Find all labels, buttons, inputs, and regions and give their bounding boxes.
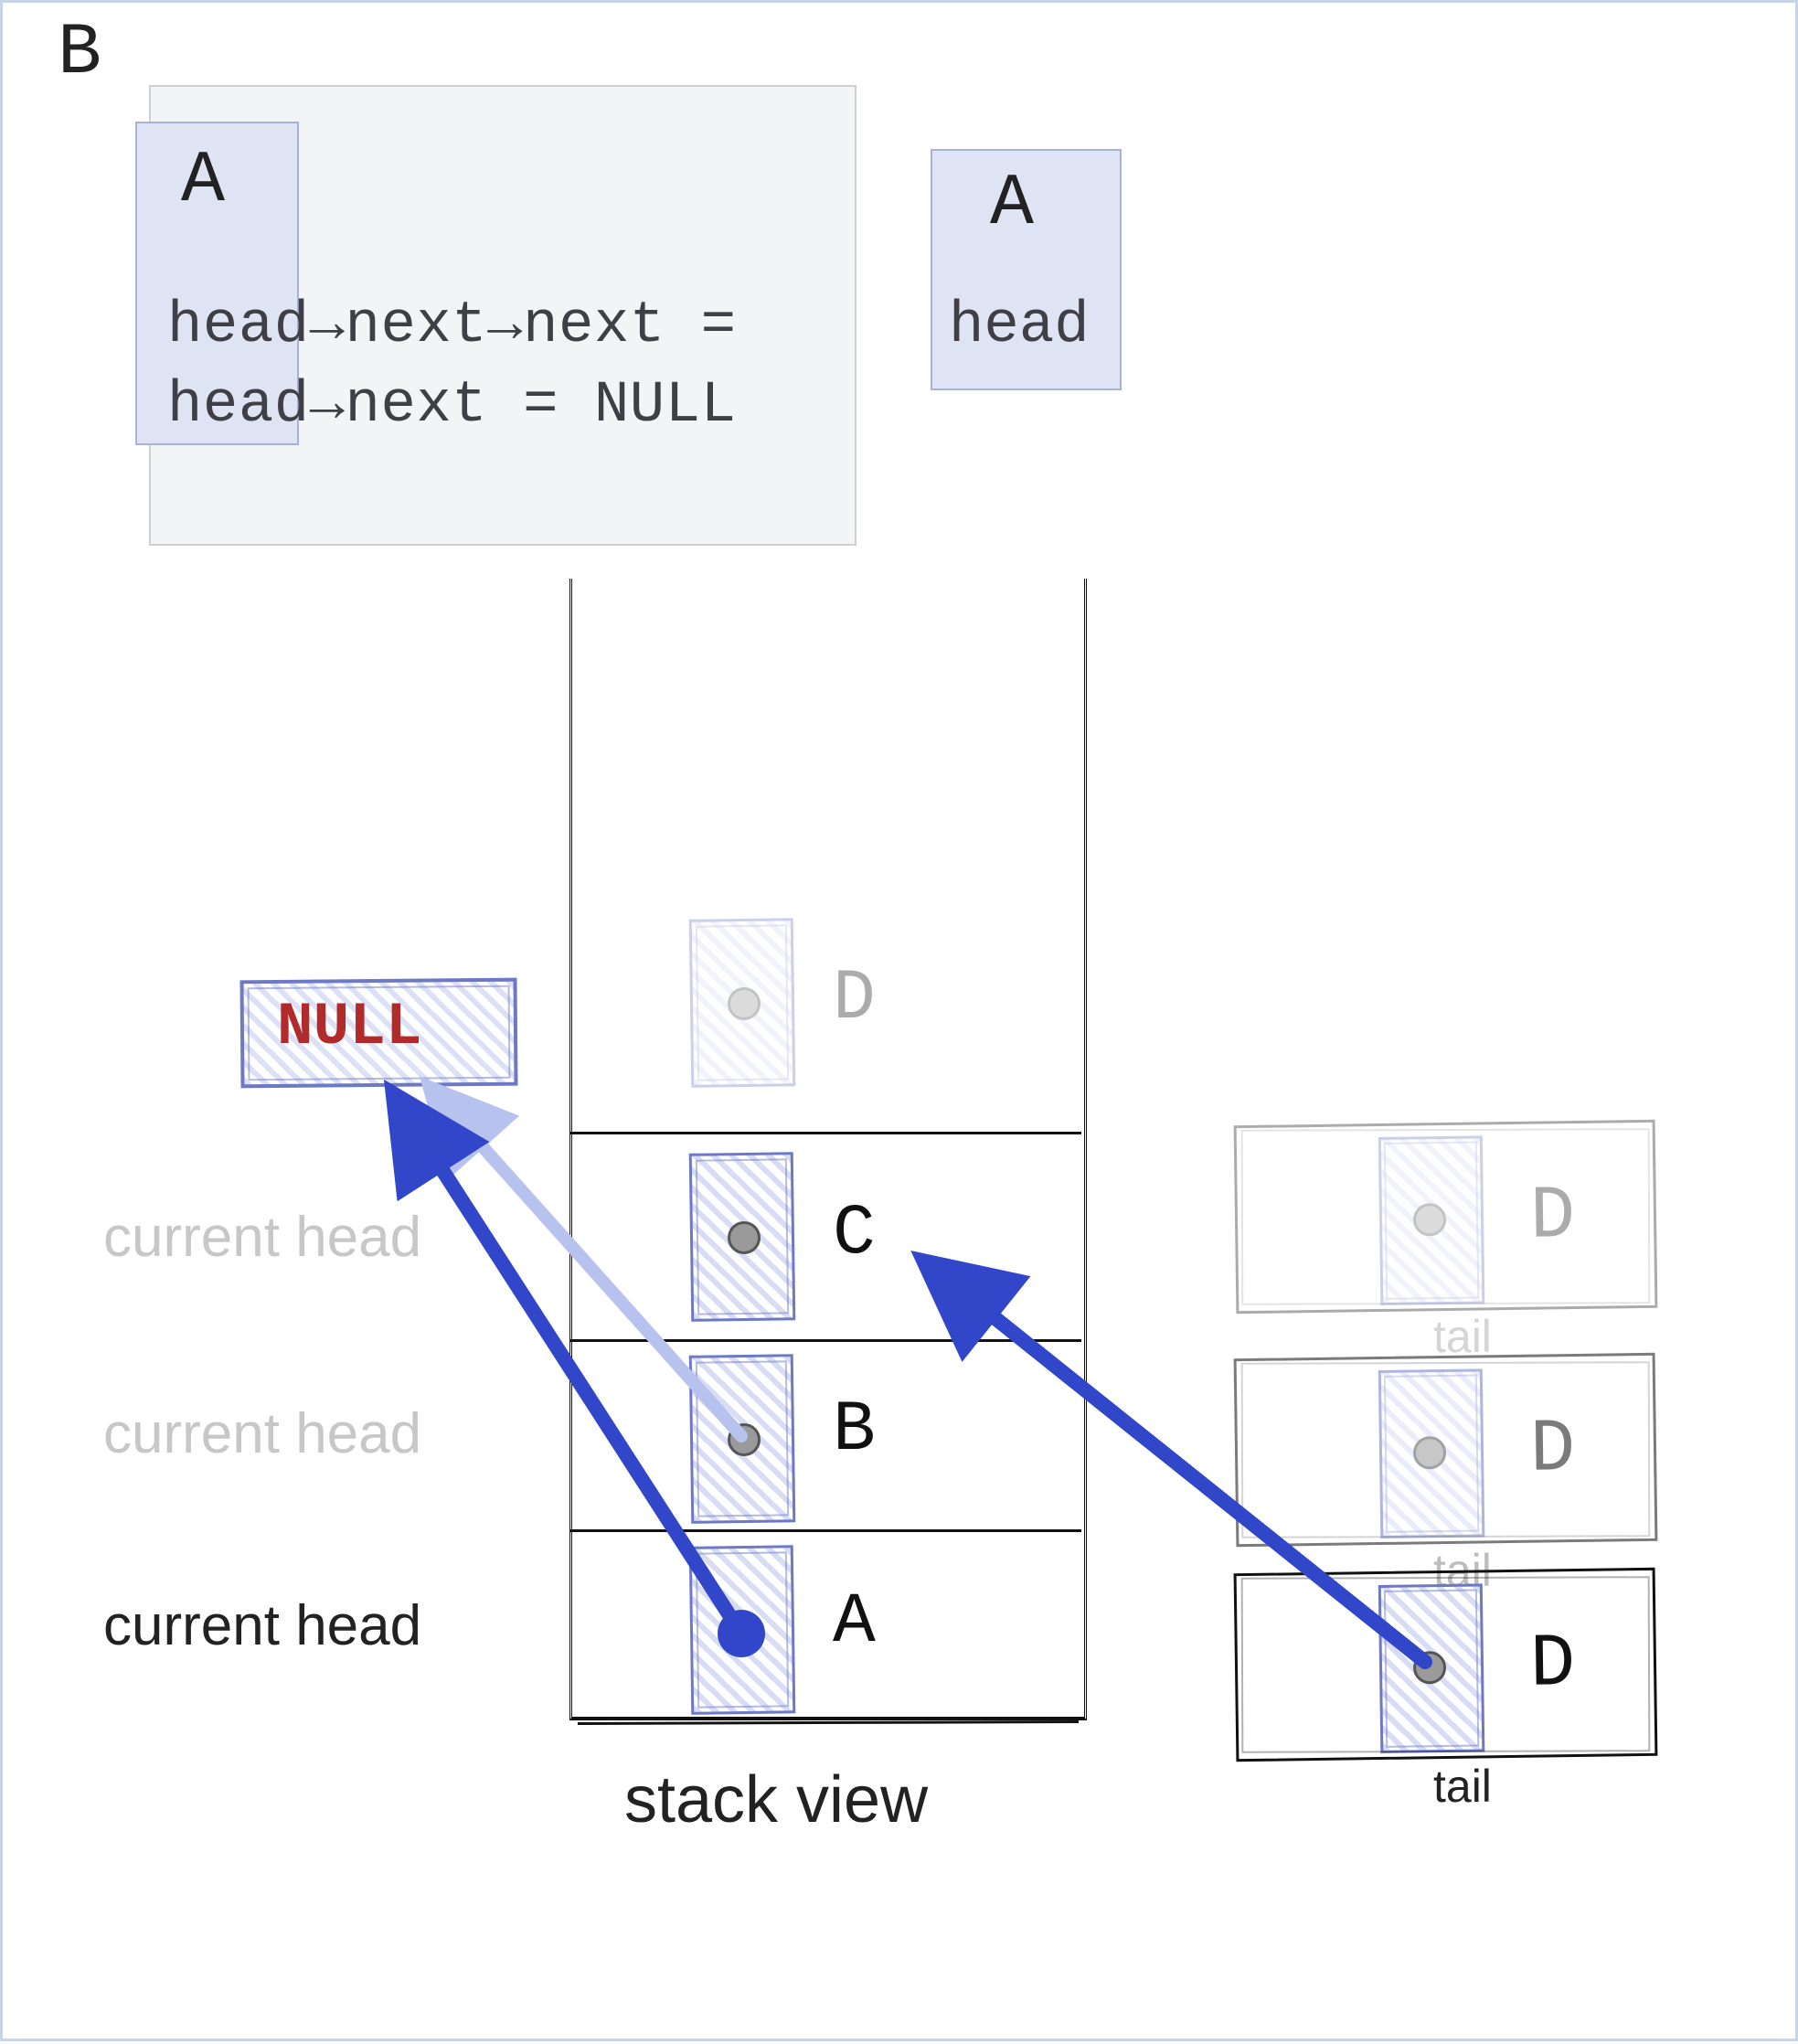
stack-ptr-d [689, 918, 796, 1088]
knot-icon [728, 1221, 761, 1254]
stack-view-caption: stack view [624, 1762, 928, 1837]
stack-ptr-c [689, 1152, 796, 1322]
current-head-label-b: current head [103, 1401, 421, 1466]
arrow-origin-dot-icon [718, 1610, 765, 1657]
knot-icon [1413, 1651, 1446, 1684]
stack-divider-c [569, 1132, 1081, 1134]
tail-letter-d-3: D [1529, 1622, 1576, 1708]
stack-ptr-b [689, 1354, 796, 1524]
stack-view-rail [569, 579, 1087, 1720]
code-line-2: head→next = NULL [167, 373, 737, 439]
code-label-a-left: A [181, 140, 225, 223]
tail-ptr-d-1 [1378, 1135, 1485, 1305]
current-head-label-c: current head [103, 1205, 421, 1270]
tail-box-d-1: D [1234, 1120, 1658, 1314]
stack-letter-a: A [833, 1582, 876, 1663]
stack-divider-a [569, 1529, 1081, 1532]
code-head-right: head [949, 293, 1090, 359]
code-line-1: head→next→next = [167, 293, 737, 359]
knot-icon [728, 1423, 761, 1456]
diagram-canvas: B A head→next→next = head→next = NULL A … [0, 0, 1798, 2041]
tail-ptr-d-2 [1378, 1368, 1485, 1538]
tail-box-d-2: D [1234, 1353, 1658, 1547]
tail-box-d-3: D [1234, 1568, 1658, 1762]
knot-icon [1413, 1203, 1446, 1236]
tail-letter-d-2: D [1529, 1407, 1576, 1493]
code-label-a-right: A [990, 163, 1034, 246]
stack-letter-d: D [833, 959, 876, 1039]
tail-label-3: tail [1433, 1760, 1492, 1813]
knot-icon [1413, 1436, 1446, 1469]
tail-ptr-d-3 [1378, 1583, 1485, 1753]
stack-letter-b: B [833, 1390, 876, 1471]
stack-letter-c: C [833, 1194, 876, 1274]
current-head-label-a: current head [103, 1593, 421, 1658]
code-panel-title: B [58, 12, 101, 95]
knot-icon [728, 987, 761, 1020]
null-label: NULL [277, 993, 421, 1061]
stack-divider-b [569, 1339, 1081, 1342]
tail-letter-d-1: D [1529, 1174, 1576, 1260]
